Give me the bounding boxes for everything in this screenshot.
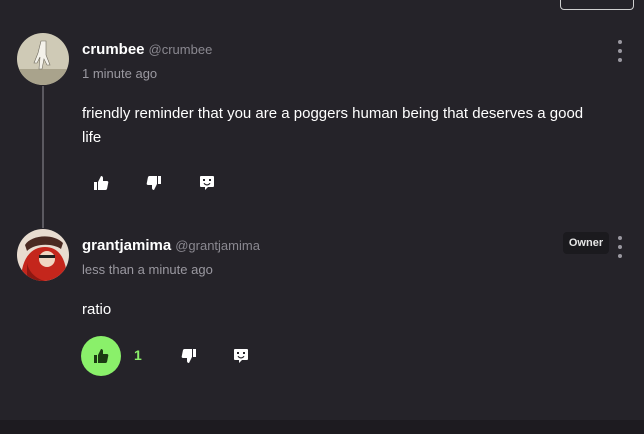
thumbs-up-icon (94, 176, 109, 190)
thumbs-up-icon (94, 349, 109, 363)
username[interactable]: grantjamima @grantjamima (82, 237, 260, 254)
username-text[interactable]: crumbee (82, 41, 145, 58)
dislike-button[interactable] (134, 163, 174, 203)
avatar-image (17, 229, 69, 281)
avatar-image (17, 33, 69, 85)
like-count: 1 (134, 347, 142, 363)
like-button[interactable] (81, 336, 121, 376)
thumbs-down-icon (146, 176, 161, 190)
thumbs-down-icon (181, 349, 196, 363)
timestamp: less than a minute ago (82, 262, 213, 277)
comment-text: friendly reminder that you are a poggers… (82, 105, 584, 146)
more-options-icon[interactable] (612, 40, 628, 62)
reply-button[interactable] (221, 336, 261, 376)
avatar[interactable] (17, 229, 69, 281)
user-handle: @crumbee (148, 42, 213, 57)
like-button[interactable] (81, 163, 121, 203)
user-handle: @grantjamima (175, 238, 260, 253)
reply-icon (234, 349, 248, 363)
username[interactable]: crumbee @crumbee (82, 41, 212, 58)
dislike-button[interactable] (169, 336, 209, 376)
timestamp: 1 minute ago (82, 66, 158, 81)
comment-text: ratio (82, 301, 112, 318)
avatar[interactable] (17, 33, 69, 85)
username-text[interactable]: grantjamima (82, 237, 171, 254)
footer-band (0, 420, 644, 434)
reply-button[interactable] (187, 163, 227, 203)
thread-line (42, 86, 44, 228)
reply-icon (200, 176, 214, 190)
top-action-button[interactable] (560, 0, 634, 10)
more-options-icon[interactable] (612, 236, 628, 258)
owner-badge: Owner (563, 232, 609, 254)
